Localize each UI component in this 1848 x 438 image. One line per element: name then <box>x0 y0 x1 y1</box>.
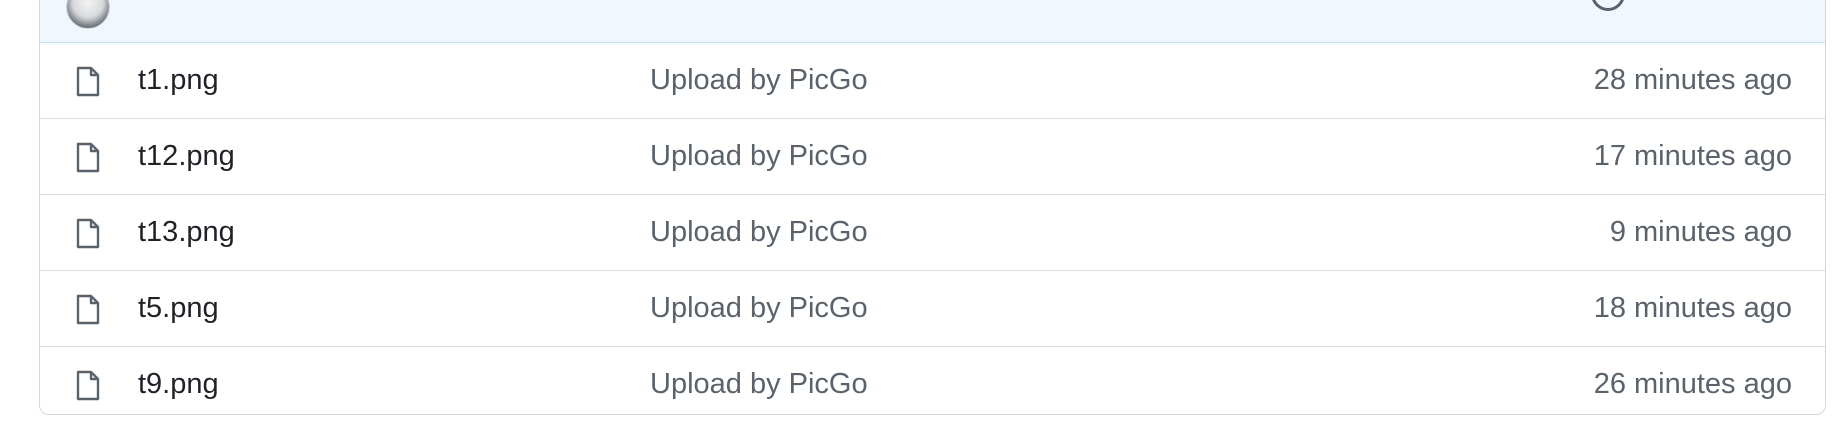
commit-age: 17 minutes ago <box>1593 140 1792 172</box>
commit-age: 28 minutes ago <box>1593 64 1792 96</box>
table-row[interactable]: t9.png Upload by PicGo 26 minutes ago <box>40 346 1825 414</box>
commit-message-link[interactable]: Upload by PicGo <box>650 292 868 325</box>
file-icon <box>76 294 100 325</box>
history-icon[interactable] <box>1591 0 1625 11</box>
file-name-link[interactable]: t1.png <box>138 64 219 97</box>
commit-message-link[interactable]: Upload by PicGo <box>650 64 868 97</box>
table-row[interactable]: t13.png Upload by PicGo 9 minutes ago <box>40 194 1825 270</box>
file-icon <box>76 218 100 249</box>
table-row[interactable]: t1.png Upload by PicGo 28 minutes ago <box>40 43 1825 118</box>
table-row[interactable]: t5.png Upload by PicGo 18 minutes ago <box>40 270 1825 346</box>
commit-message-link[interactable]: Upload by PicGo <box>650 368 868 401</box>
commit-age: 18 minutes ago <box>1593 292 1792 324</box>
file-icon <box>76 142 100 173</box>
commit-message-link[interactable]: Upload by PicGo <box>650 216 868 249</box>
file-name-link[interactable]: t13.png <box>138 216 235 249</box>
commit-age: 9 minutes ago <box>1609 216 1792 248</box>
latest-commit-header <box>40 0 1825 43</box>
file-rows: t1.png Upload by PicGo 28 minutes ago t1… <box>40 43 1825 414</box>
commit-message-link[interactable]: Upload by PicGo <box>650 140 868 173</box>
file-name-link[interactable]: t12.png <box>138 140 235 173</box>
commit-age: 26 minutes ago <box>1593 368 1792 400</box>
file-icon <box>76 66 100 97</box>
file-name-link[interactable]: t9.png <box>138 368 219 401</box>
avatar[interactable] <box>66 0 110 29</box>
table-row[interactable]: t12.png Upload by PicGo 17 minutes ago <box>40 118 1825 194</box>
file-icon <box>76 370 100 401</box>
file-name-link[interactable]: t5.png <box>138 292 219 325</box>
file-list-box: t1.png Upload by PicGo 28 minutes ago t1… <box>39 0 1826 415</box>
